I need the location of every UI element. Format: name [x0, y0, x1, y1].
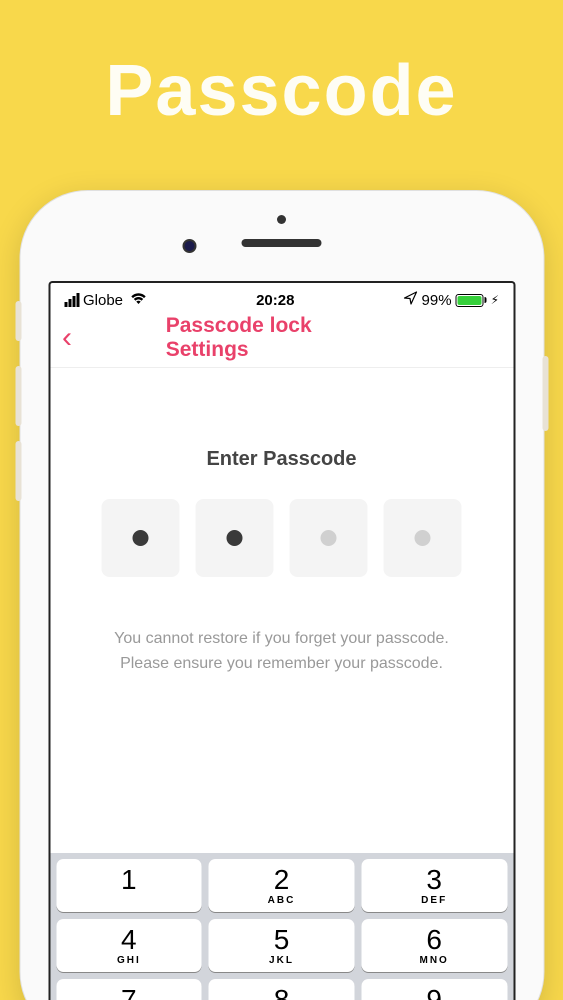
passcode-prompt: Enter Passcode [80, 448, 483, 471]
warning-line-2: Please ensure you remember your passcode… [80, 652, 483, 677]
mute-switch [15, 301, 21, 341]
dot-filled-icon [133, 530, 149, 546]
back-button[interactable]: ‹ [62, 323, 72, 353]
nav-title: Passcode lock Settings [166, 314, 398, 362]
carrier-label: Globe [83, 292, 123, 309]
keypad-9[interactable]: 9WXYZ [361, 979, 507, 1000]
location-icon [404, 291, 418, 309]
warning-text: You cannot restore if you forget your pa… [80, 627, 483, 677]
status-time: 20:28 [256, 292, 294, 309]
phone-frame: Globe 20:28 99% ⚡︎ [19, 190, 544, 1000]
earpiece-speaker [242, 239, 322, 247]
promo-title: Passcode [0, 0, 563, 132]
nav-bar: ‹ Passcode lock Settings [50, 313, 513, 368]
battery-percent: 99% [422, 292, 452, 309]
warning-line-1: You cannot restore if you forget your pa… [80, 627, 483, 652]
keypad-6[interactable]: 6MNO [361, 919, 507, 972]
numeric-keypad: 1 2ABC 3DEF 4GHI 5JKL 6MNO 7PQRS 8TUV 9W… [50, 853, 513, 1000]
power-button [542, 356, 548, 431]
keypad-4[interactable]: 4GHI [56, 919, 202, 972]
keypad-2[interactable]: 2ABC [209, 859, 355, 912]
dot-empty-icon [415, 530, 431, 546]
front-camera [182, 239, 196, 253]
keypad-5[interactable]: 5JKL [209, 919, 355, 972]
promo-background: Passcode Globe 20:28 [0, 0, 563, 1000]
status-bar: Globe 20:28 99% ⚡︎ [50, 283, 513, 313]
battery-icon [456, 294, 487, 307]
passcode-digit-1 [102, 499, 180, 577]
passcode-dots [80, 499, 483, 577]
dot-filled-icon [227, 530, 243, 546]
keypad-1[interactable]: 1 [56, 859, 202, 912]
wifi-icon [129, 291, 147, 309]
charging-icon: ⚡︎ [491, 293, 499, 307]
passcode-digit-2 [196, 499, 274, 577]
dot-empty-icon [321, 530, 337, 546]
volume-down-button [15, 441, 21, 501]
passcode-digit-4 [384, 499, 462, 577]
cellular-signal-icon [64, 293, 79, 307]
status-left: Globe [64, 291, 147, 309]
status-right: 99% ⚡︎ [404, 291, 499, 309]
proximity-sensor [277, 215, 286, 224]
volume-up-button [15, 366, 21, 426]
passcode-digit-3 [290, 499, 368, 577]
keypad-7[interactable]: 7PQRS [56, 979, 202, 1000]
keypad-3[interactable]: 3DEF [361, 859, 507, 912]
phone-screen: Globe 20:28 99% ⚡︎ [48, 281, 515, 1000]
content-area: Enter Passcode You cannot restore if you… [50, 368, 513, 677]
keypad-8[interactable]: 8TUV [209, 979, 355, 1000]
